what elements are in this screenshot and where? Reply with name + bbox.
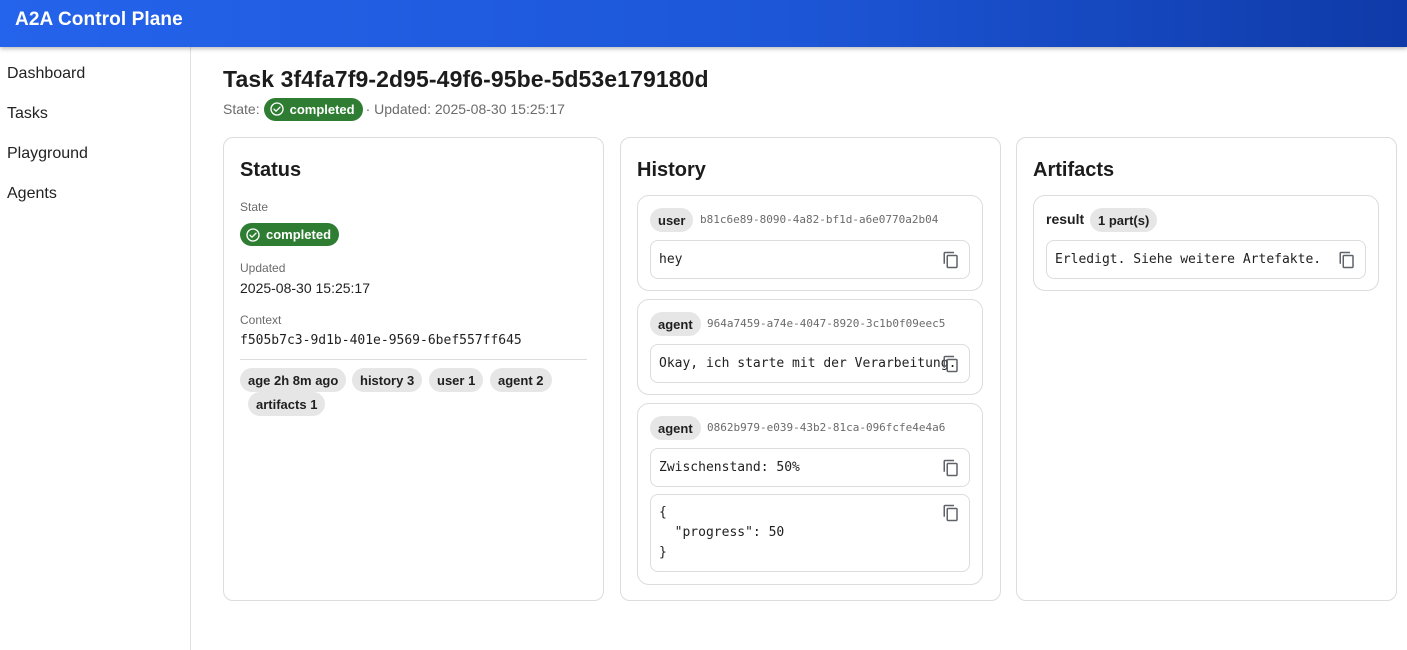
message-part-text: Okay, ich starte mit der Verarbeitung. xyxy=(659,356,957,371)
task-summary-line: State: completed · Updated: 2025-08-30 1… xyxy=(223,97,565,121)
updated-text: · Updated: 2025-08-30 15:25:17 xyxy=(365,101,565,117)
role-badge: agent xyxy=(650,312,701,336)
state-label: State xyxy=(240,200,269,214)
artifact-name: result xyxy=(1046,211,1085,227)
status-state-badge-label: completed xyxy=(266,227,332,242)
message-id: b81c6e89-8090-4a82-bf1d-a6e0770a2b04 xyxy=(700,213,939,226)
status-state-badge: completed xyxy=(240,223,340,246)
check-circle-icon xyxy=(269,102,284,116)
artifacts-card: Artifacts result 1 part(s) Erledigt. Sie… xyxy=(1016,137,1397,601)
updated-label: Updated xyxy=(240,261,286,275)
artifact-item: result 1 part(s) Erledigt. Siehe weitere… xyxy=(1033,195,1379,291)
sidebar-item-tasks[interactable]: Tasks xyxy=(7,105,48,123)
status-card: Status State completed Updated 2025-08-3… xyxy=(223,137,604,601)
sidebar-item-dashboard[interactable]: Dashboard xyxy=(7,65,85,83)
message-part-text: hey xyxy=(659,252,683,267)
message-id: 0862b979-e039-43b2-81ca-096fcfe4e4a6 xyxy=(707,421,946,434)
message-part: hey xyxy=(650,240,970,279)
sidebar-nav: Dashboard Tasks Playground Agents xyxy=(0,47,191,650)
message-id: 964a7459-a74e-4047-8920-3c1b0f09eec5 xyxy=(707,317,946,330)
context-value: f505b7c3-9d1b-401e-9569-6bef557ff645 xyxy=(240,333,522,348)
artifact-part: Erledigt. Siehe weitere Artefakte. xyxy=(1046,240,1366,279)
stat-agent-pill: agent 2 xyxy=(490,368,552,392)
copy-icon[interactable] xyxy=(1338,251,1356,269)
copy-icon[interactable] xyxy=(942,504,960,522)
page-title: Task 3f4fa7f9-2d95-49f6-95be-5d53e179180… xyxy=(223,66,709,92)
state-prefix-label: State: xyxy=(223,101,260,117)
context-label: Context xyxy=(240,313,282,327)
history-message: agent 964a7459-a74e-4047-8920-3c1b0f09ee… xyxy=(637,299,983,395)
copy-icon[interactable] xyxy=(942,355,960,373)
history-message: agent 0862b979-e039-43b2-81ca-096fcfe4e4… xyxy=(637,403,983,585)
stat-artifacts-pill: artifacts 1 xyxy=(248,392,326,416)
app-bar: A2A Control Plane xyxy=(0,0,1407,47)
stat-age-pill: age 2h 8m ago xyxy=(240,368,347,392)
history-message: user b81c6e89-8090-4a82-bf1d-a6e0770a2b0… xyxy=(637,195,983,291)
updated-value: 2025-08-30 15:25:17 xyxy=(240,280,370,296)
status-divider xyxy=(240,359,587,360)
message-part-text: Zwischenstand: 50% xyxy=(659,460,800,475)
stat-user-pill: user 1 xyxy=(429,368,484,392)
app-title: A2A Control Plane xyxy=(15,9,183,30)
message-part-json: { "progress": 50 } xyxy=(650,494,970,572)
message-part: Okay, ich starte mit der Verarbeitung. xyxy=(650,344,970,383)
history-card-title: History xyxy=(637,159,706,181)
history-card: History user b81c6e89-8090-4a82-bf1d-a6e… xyxy=(620,137,1001,601)
main-content: Task 3f4fa7f9-2d95-49f6-95be-5d53e179180… xyxy=(223,47,1407,650)
check-circle-icon xyxy=(246,227,260,242)
artifacts-card-title: Artifacts xyxy=(1033,159,1115,181)
artifact-parts-badge: 1 part(s) xyxy=(1090,208,1158,232)
copy-icon[interactable] xyxy=(942,251,960,269)
role-badge: user xyxy=(650,208,694,232)
sidebar-item-agents[interactable]: Agents xyxy=(7,185,57,203)
status-card-title: Status xyxy=(240,159,302,181)
state-badge-label: completed xyxy=(289,101,355,117)
stat-history-pill: history 3 xyxy=(352,368,423,392)
state-badge: completed xyxy=(263,97,363,121)
message-part: Zwischenstand: 50% xyxy=(650,448,970,487)
sidebar-item-playground[interactable]: Playground xyxy=(7,145,88,163)
message-part-json-text: { "progress": 50 } xyxy=(659,505,785,560)
artifact-part-text: Erledigt. Siehe weitere Artefakte. xyxy=(1055,252,1322,267)
role-badge: agent xyxy=(650,416,701,440)
copy-icon[interactable] xyxy=(942,459,960,477)
